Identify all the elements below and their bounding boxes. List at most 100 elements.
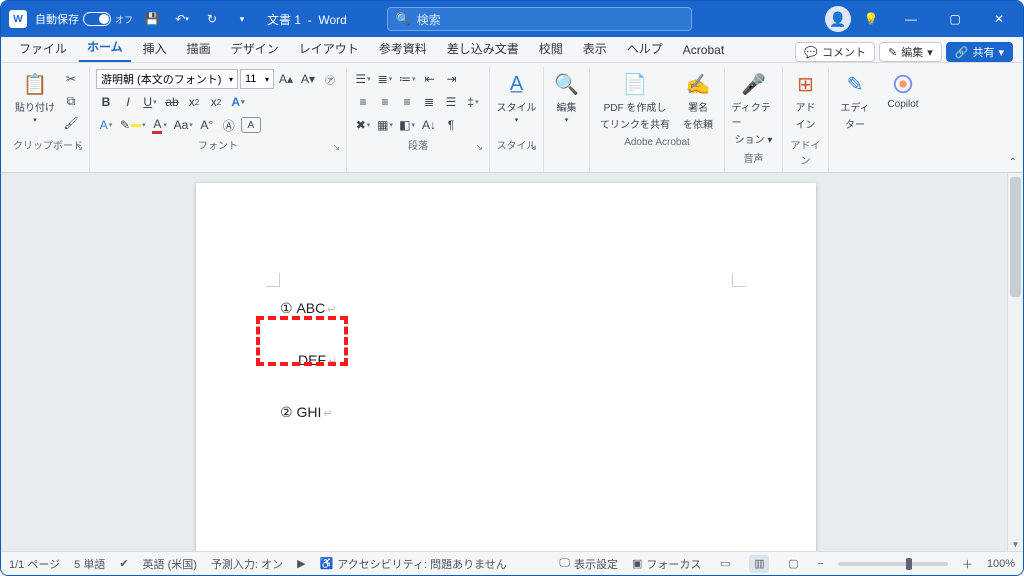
change-case-button[interactable]: Aa▾ — [172, 115, 195, 135]
lightbulb-icon[interactable]: 💡 — [855, 8, 887, 30]
phonetic-guide-button[interactable]: ㋐ — [320, 69, 340, 89]
justify-button[interactable]: ≣ — [419, 92, 439, 112]
request-signature-button[interactable]: ✍ 署名 を依頼 — [678, 69, 718, 133]
tab-draw[interactable]: 描画 — [179, 36, 219, 62]
increase-indent-button[interactable]: ⇥ — [442, 69, 462, 89]
language-status[interactable]: 英語 (米国) — [143, 556, 197, 572]
close-button[interactable]: ✕ — [979, 1, 1019, 37]
char-border-button[interactable]: A — [241, 117, 261, 133]
char-shading-button[interactable]: A° — [197, 115, 217, 135]
focus-mode[interactable]: ▣ フォーカス — [632, 556, 701, 572]
read-mode-button[interactable]: ▭ — [715, 555, 735, 573]
distributed-button[interactable]: ☰ — [441, 92, 461, 112]
account-avatar[interactable]: 👤 — [825, 6, 851, 32]
align-right-button[interactable]: ≡ — [397, 92, 417, 112]
shrink-font-button[interactable]: A▾ — [298, 69, 318, 89]
word-count[interactable]: 5 単語 — [74, 556, 105, 572]
doc-line-3[interactable]: ② GHI↵ — [280, 401, 337, 425]
addins-button[interactable]: ⊞ アド イン — [789, 69, 822, 133]
macro-status[interactable]: ▶ — [297, 557, 305, 570]
ime-status[interactable]: 予測入力: オン — [211, 556, 283, 572]
editing-mode-button[interactable]: ✎ 編集 ▾ — [879, 42, 942, 62]
dictate-button[interactable]: 🎤 ディクテー ション ▾ — [732, 69, 776, 148]
dialog-launcher-icon[interactable]: ↘ — [332, 142, 340, 153]
web-layout-button[interactable]: ▢ — [783, 555, 803, 573]
display-settings[interactable]: 🖵 表示設定 — [559, 556, 618, 572]
zoom-slider[interactable] — [838, 562, 948, 566]
create-pdf-button[interactable]: 📄 PDF を作成し てリンクを共有 — [596, 69, 674, 133]
asian-layout-button[interactable]: ✖▾ — [353, 115, 373, 135]
bullets-button[interactable]: ☰▾ — [353, 69, 373, 89]
enclose-char-button[interactable]: Ⓐ — [219, 115, 239, 135]
font-color-button[interactable]: A▾ — [150, 115, 170, 135]
spellcheck-status[interactable]: ✔ — [119, 557, 128, 570]
search-box[interactable]: 🔍 検索 — [387, 7, 692, 31]
line-spacing-button[interactable]: ‡▾ — [463, 92, 483, 112]
tab-acrobat[interactable]: Acrobat — [675, 39, 732, 62]
paste-button[interactable]: 📋 貼り付け ▾ — [13, 69, 57, 126]
minimize-button[interactable]: — — [891, 1, 931, 37]
font-size-combo[interactable]: 11▾ — [240, 69, 274, 89]
italic-button[interactable]: I — [118, 92, 138, 112]
subscript-button[interactable]: x2 — [184, 92, 204, 112]
collapse-ribbon-icon[interactable]: ⌃ — [1009, 157, 1017, 168]
undo-icon[interactable]: ↶▾ — [171, 8, 193, 30]
scroll-thumb[interactable] — [1010, 177, 1021, 297]
editor-button[interactable]: ✎ エディ ター — [835, 69, 875, 133]
strikethrough-button[interactable]: ab — [162, 92, 182, 112]
zoom-in-button[interactable]: ＋ — [962, 556, 973, 572]
copy-button[interactable]: ⧉ — [61, 91, 81, 111]
styles-button[interactable]: A̲ スタイル▾ — [496, 69, 537, 126]
format-painter-button[interactable]: 🖌 — [61, 113, 81, 133]
autosave-toggle[interactable]: 自動保存 オフ — [35, 11, 133, 27]
tab-insert[interactable]: 挿入 — [135, 36, 175, 62]
accessibility-status[interactable]: ♿ アクセシビリティ: 問題ありません — [320, 556, 507, 572]
dialog-launcher-icon[interactable]: ↘ — [75, 142, 83, 153]
shading-button[interactable]: ◧▾ — [397, 115, 417, 135]
underline-button[interactable]: U▾ — [140, 92, 160, 112]
print-layout-button[interactable]: ▥ — [749, 555, 769, 573]
zoom-out-button[interactable]: − — [817, 558, 823, 570]
highlight-button[interactable]: ✎▾ — [118, 115, 148, 135]
tab-review[interactable]: 校閲 — [531, 36, 571, 62]
comments-button[interactable]: 💬 コメント — [795, 42, 875, 62]
tab-design[interactable]: デザイン — [223, 36, 287, 62]
bold-button[interactable]: B — [96, 92, 116, 112]
text-effects-button[interactable]: A▾ — [228, 92, 248, 112]
font-family-combo[interactable]: 游明朝 (本文のフォント)▾ — [96, 69, 238, 89]
tab-help[interactable]: ヘルプ — [619, 36, 671, 62]
zoom-level[interactable]: 100% — [987, 558, 1015, 570]
tab-file[interactable]: ファイル — [11, 36, 75, 62]
scroll-down-icon[interactable]: ▼ — [1008, 537, 1023, 551]
show-marks-button[interactable]: ¶ — [441, 115, 461, 135]
share-button[interactable]: 🔗 共有 ▾ — [946, 42, 1013, 62]
dialog-launcher-icon[interactable]: ↘ — [529, 142, 537, 153]
tab-mailings[interactable]: 差し込み文書 — [439, 36, 527, 62]
vertical-scrollbar[interactable]: ▲ ▼ — [1007, 173, 1023, 551]
tab-view[interactable]: 表示 — [575, 36, 615, 62]
page-count[interactable]: 1/1 ページ — [9, 556, 60, 572]
decrease-indent-button[interactable]: ⇤ — [420, 69, 440, 89]
redo-icon[interactable]: ↻ — [201, 8, 223, 30]
sort-button[interactable]: A↓ — [419, 115, 439, 135]
borders-button[interactable]: ▦▾ — [375, 115, 395, 135]
editing-button[interactable]: 🔍 編集▾ — [550, 69, 583, 126]
cut-button[interactable]: ✂ — [61, 69, 81, 89]
tab-layout[interactable]: レイアウト — [291, 36, 367, 62]
text-style-button[interactable]: A▾ — [96, 115, 116, 135]
multilevel-button[interactable]: ≔▾ — [397, 69, 418, 89]
zoom-knob[interactable] — [906, 558, 912, 570]
save-icon[interactable]: 💾 — [141, 8, 163, 30]
copilot-button[interactable]: Copilot — [879, 69, 927, 112]
maximize-button[interactable]: ▢ — [935, 1, 975, 37]
align-center-button[interactable]: ≡ — [375, 92, 395, 112]
tab-home[interactable]: ホーム — [79, 34, 131, 62]
align-left-button[interactable]: ≡ — [353, 92, 373, 112]
numbering-button[interactable]: ≣▾ — [375, 69, 395, 89]
qat-overflow-icon[interactable]: ▾ — [231, 8, 253, 30]
grow-font-button[interactable]: A▴ — [276, 69, 296, 89]
dialog-launcher-icon[interactable]: ↘ — [475, 142, 483, 153]
tab-references[interactable]: 参考資料 — [371, 36, 435, 62]
document-page[interactable]: ① ABC↵ DEF↵ ② GHI↵ — [196, 183, 816, 551]
superscript-button[interactable]: x2 — [206, 92, 226, 112]
